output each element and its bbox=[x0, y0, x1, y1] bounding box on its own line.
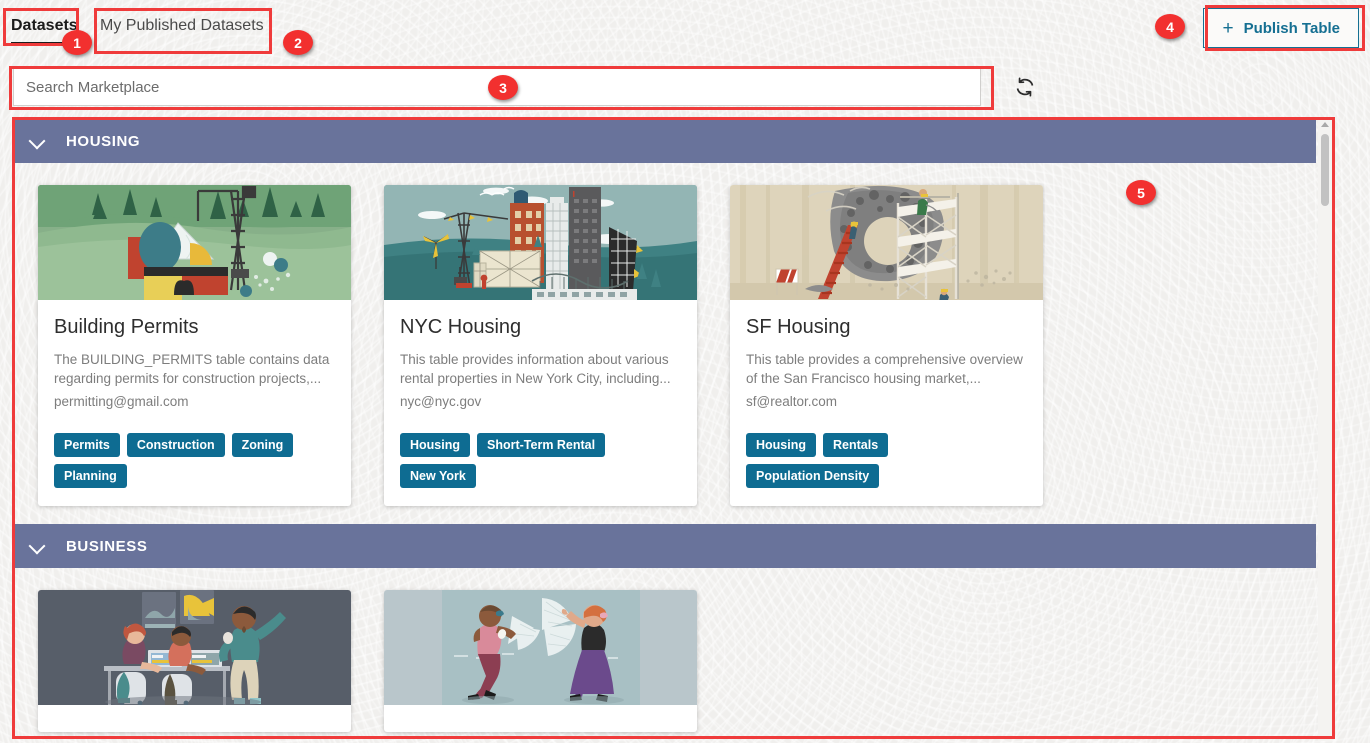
card-contact: nyc@nyc.gov bbox=[400, 392, 681, 411]
card-tags: Housing Short-Term Rental New York bbox=[384, 433, 697, 506]
tag[interactable]: Permits bbox=[54, 433, 120, 457]
search-input[interactable] bbox=[13, 68, 981, 106]
card-contact: permitting@gmail.com bbox=[54, 392, 335, 411]
card-title: SF Housing bbox=[746, 316, 1027, 339]
tag[interactable]: Population Density bbox=[746, 464, 879, 488]
card-body: SF Housing This table provides a compreh… bbox=[730, 300, 1043, 411]
card-contact: sf@realtor.com bbox=[746, 392, 1027, 411]
card-tags: Permits Construction Zoning Planning bbox=[38, 433, 351, 506]
tag[interactable]: Short-Term Rental bbox=[477, 433, 605, 457]
publish-table-button[interactable]: + Publish Table bbox=[1203, 8, 1359, 48]
section-title-business: BUSINESS bbox=[66, 538, 148, 555]
tag[interactable]: Planning bbox=[54, 464, 127, 488]
section-body-housing: Building Permits The BUILDING_PERMITS ta… bbox=[14, 163, 1316, 524]
card-body bbox=[38, 705, 351, 732]
marketplace-scroll-area: HOUSING bbox=[14, 119, 1332, 741]
card-body: Building Permits The BUILDING_PERMITS ta… bbox=[38, 300, 351, 411]
card-description: This table provides a comprehensive over… bbox=[746, 350, 1027, 388]
publish-table-label: Publish Table bbox=[1244, 20, 1340, 37]
dataset-card-nyc-housing[interactable]: NYC Housing This table provides informat… bbox=[384, 185, 697, 506]
dataset-card-business-2[interactable] bbox=[384, 590, 697, 732]
tab-datasets[interactable]: Datasets bbox=[11, 17, 78, 44]
card-hero-image bbox=[38, 590, 351, 705]
chevron-down-icon bbox=[30, 133, 46, 149]
tag[interactable]: Housing bbox=[400, 433, 470, 457]
search-row bbox=[0, 66, 1370, 112]
card-body: NYC Housing This table provides informat… bbox=[384, 300, 697, 411]
tag[interactable]: Rentals bbox=[823, 433, 888, 457]
tag[interactable]: New York bbox=[400, 464, 476, 488]
scrollbar-thumb[interactable] bbox=[1321, 134, 1329, 206]
plus-icon: + bbox=[1222, 19, 1233, 38]
marketplace-content: HOUSING bbox=[14, 119, 1316, 741]
card-hero-image bbox=[730, 185, 1043, 300]
chevron-down-icon bbox=[30, 538, 46, 554]
card-title: Building Permits bbox=[54, 316, 335, 339]
card-hero-image bbox=[384, 590, 697, 705]
section-body-business bbox=[14, 568, 1316, 741]
card-tags: Housing Rentals Population Density bbox=[730, 433, 1043, 506]
top-tab-bar: Datasets My Published Datasets + Publish… bbox=[0, 0, 1370, 56]
card-description: The BUILDING_PERMITS table contains data… bbox=[54, 350, 335, 388]
dataset-card-sf-housing[interactable]: SF Housing This table provides a compreh… bbox=[730, 185, 1043, 506]
tag[interactable]: Zoning bbox=[232, 433, 294, 457]
vertical-scrollbar[interactable] bbox=[1318, 119, 1332, 741]
card-hero-image bbox=[38, 185, 351, 300]
card-title: NYC Housing bbox=[400, 316, 681, 339]
refresh-icon[interactable] bbox=[1013, 75, 1037, 99]
dataset-card-building-permits[interactable]: Building Permits The BUILDING_PERMITS ta… bbox=[38, 185, 351, 506]
tag[interactable]: Construction bbox=[127, 433, 225, 457]
tag[interactable]: Housing bbox=[746, 433, 816, 457]
section-header-housing[interactable]: HOUSING bbox=[14, 119, 1316, 163]
card-body bbox=[384, 705, 697, 732]
tab-my-published-datasets[interactable]: My Published Datasets bbox=[100, 17, 264, 35]
dataset-card-business-1[interactable] bbox=[38, 590, 351, 732]
scroll-up-arrow-icon[interactable] bbox=[1321, 122, 1329, 127]
section-header-business[interactable]: BUSINESS bbox=[14, 524, 1316, 568]
section-title-housing: HOUSING bbox=[66, 133, 140, 150]
card-hero-image bbox=[384, 185, 697, 300]
card-description: This table provides information about va… bbox=[400, 350, 681, 388]
